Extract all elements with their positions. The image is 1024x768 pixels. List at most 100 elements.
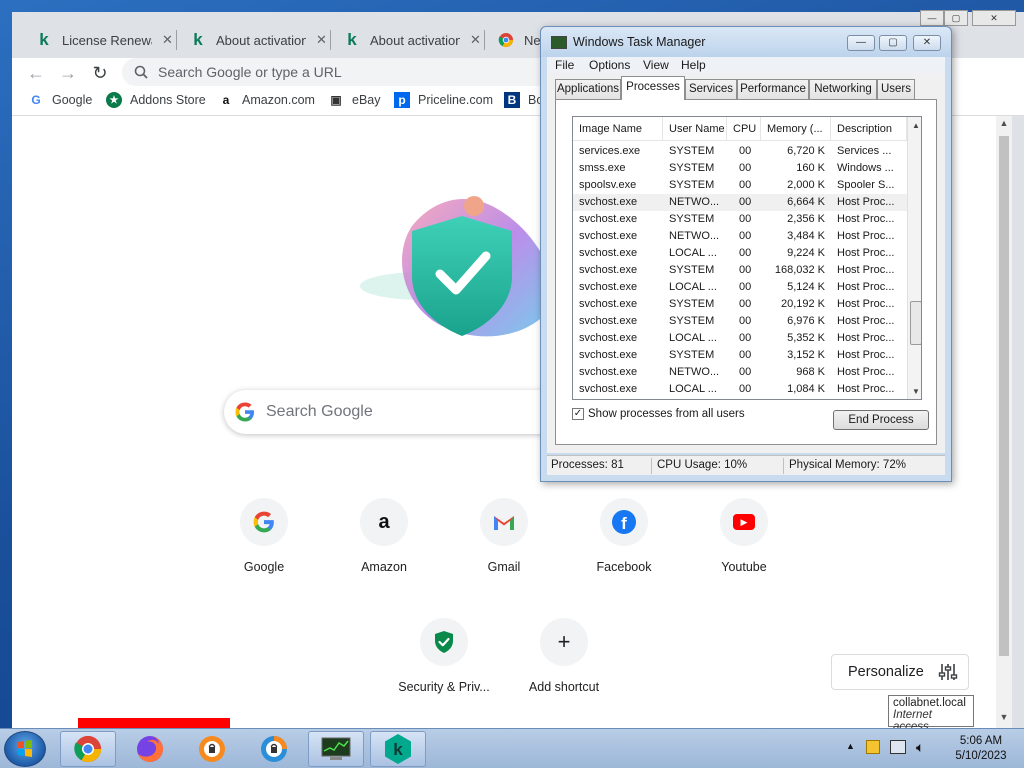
clock[interactable]: 5:06 AM 5/10/2023 [946,734,1016,764]
show-all-processes-checkbox[interactable]: ✓ Show processes from all users [572,408,745,420]
shortcut-gmail[interactable]: Gmail [448,498,560,610]
process-row[interactable]: svchost.exe SYSTEM 00 168,032 K Host Proc... [573,262,907,279]
close-icon[interactable]: ✕ [316,32,327,48]
close-icon[interactable]: ✕ [470,32,481,48]
tab-services[interactable]: Services [685,79,737,99]
scroll-up-arrow-icon[interactable]: ▲ [996,118,1012,128]
show-hidden-icons-icon[interactable]: ▲ [846,741,855,751]
task-manager-icon [551,36,567,49]
close-button[interactable]: ✕ [913,35,941,51]
tab-processes[interactable]: Processes [621,76,685,100]
maximize-icon[interactable]: ▢ [944,10,968,26]
process-row[interactable]: svchost.exe SYSTEM 00 6,976 K Host Proc... [573,313,907,330]
bookmark-booking[interactable]: B Bo [504,92,543,108]
process-row[interactable]: svchost.exe SYSTEM 00 2,356 K Host Proc... [573,211,907,228]
volume-icon[interactable]: 🔈︎ [916,739,924,756]
bookmark-priceline[interactable]: p Priceline.com [394,92,493,108]
close-icon[interactable]: ✕ [162,32,173,48]
scroll-up-arrow-icon[interactable]: ▲ [908,121,921,130]
process-row[interactable]: spoolsv.exe SYSTEM 00 2,000 K Spooler S... [573,177,907,194]
process-cell-mem: 5,352 K [787,332,825,344]
column-memory[interactable]: Memory (... [761,117,831,141]
shortcut-icon-bg [240,498,288,546]
shortcut-amazon[interactable]: a Amazon [328,498,440,610]
system-tray: ▲ 🔈︎ 5:06 AM 5/10/2023 [840,729,1024,768]
shortcut-youtube[interactable]: ▶ Youtube [688,498,800,610]
tab-about-activation[interactable]: k About activation ✕ [180,22,337,58]
process-cell-cpu: 00 [739,264,752,276]
bookmark-amazon[interactable]: a Amazon.com [218,92,315,108]
process-row[interactable]: svchost.exe NETWO... 00 6,664 K Host Proc... [573,194,907,211]
taskbar-chrome[interactable] [60,731,116,767]
minimize-button[interactable]: — [847,35,875,51]
kaspersky-k-icon: k [347,30,357,49]
chrome-icon [74,735,102,763]
process-row[interactable]: svchost.exe SYSTEM 00 20,192 K Host Proc... [573,296,907,313]
menu-file[interactable]: File [555,58,574,72]
menu-options[interactable]: Options [589,58,630,72]
action-center-flag-icon[interactable] [866,740,880,754]
taskbar-task-manager[interactable] [308,731,364,767]
menu-view[interactable]: View [643,58,669,72]
process-row[interactable]: smss.exe SYSTEM 00 160 K Windows ... [573,160,907,177]
task-manager-titlebar[interactable]: Windows Task Manager — ▢ ✕ [541,27,951,57]
close-icon[interactable]: ✕ [972,10,1016,26]
column-description[interactable]: Description [831,117,907,141]
column-image-name[interactable]: Image Name [573,117,663,141]
firefox-icon [137,736,163,762]
process-row[interactable]: svchost.exe LOCAL ... 00 5,124 K Host Proc..… [573,279,907,296]
process-row[interactable]: svchost.exe SYSTEM 00 3,152 K Host Proc... [573,347,907,364]
tab-about-activation-2[interactable]: k About activation ✕ [334,22,491,58]
process-cell-mem: 9,224 K [787,247,825,259]
scrollbar-thumb[interactable] [999,136,1009,656]
minimize-icon[interactable]: — [920,10,944,26]
column-cpu[interactable]: CPU [727,117,761,141]
end-process-button[interactable]: End Process [833,410,929,430]
process-cell-user: LOCAL ... [669,332,717,344]
start-button[interactable] [4,731,46,767]
bookmark-ebay[interactable]: ▣ eBay [328,92,380,108]
bookmark-google[interactable]: G Google [28,92,92,108]
checkbox-checkmark-icon[interactable]: ✓ [572,408,584,420]
taskbar-avast-browser[interactable] [184,731,240,767]
add-shortcut-button[interactable]: + Add shortcut [508,618,620,728]
back-arrow-icon[interactable]: ← [24,62,48,84]
shortcut-security-privacy[interactable]: Security & Priv... [388,618,500,728]
process-row[interactable]: svchost.exe NETWO... 00 968 K Host Proc... [573,364,907,381]
column-user-name[interactable]: User Name [663,117,727,141]
process-list[interactable]: Image Name User Name CPU Memory (... Des… [572,116,922,400]
taskbar-firefox[interactable] [122,731,178,767]
tab-applications[interactable]: Applications [555,79,621,99]
taskbar-avast-secure-browser[interactable] [246,731,302,767]
shortcut-google[interactable]: Google [208,498,320,610]
network-icon[interactable] [890,740,906,754]
amazon-a-icon: a [222,93,230,107]
process-row[interactable]: svchost.exe LOCAL ... 00 1,084 K Host Proc..… [573,381,907,398]
process-cell-image: services.exe [579,145,641,157]
reload-icon[interactable]: ↻ [88,62,112,84]
menu-help[interactable]: Help [681,58,706,72]
scroll-down-arrow-icon[interactable]: ▼ [908,387,921,396]
process-row[interactable]: services.exe SYSTEM 00 6,720 K Services ... [573,143,907,160]
process-cell-user: SYSTEM [669,349,715,361]
process-row[interactable]: svchost.exe LOCAL ... 00 9,224 K Host Proc..… [573,245,907,262]
tab-license-renewal[interactable]: k License Renewal ✕ [26,22,183,58]
shortcut-facebook[interactable]: f Facebook [568,498,680,610]
task-manager-icon [321,737,351,760]
shortcut-label: Youtube [721,560,767,574]
scrollbar-thumb[interactable] [910,301,921,345]
maximize-button[interactable]: ▢ [879,35,907,51]
tab-networking[interactable]: Networking [809,79,877,99]
forward-arrow-icon[interactable]: → [56,62,80,84]
taskbar-kaspersky[interactable]: k [370,731,426,767]
bookmark-addons-store[interactable]: ★ Addons Store [106,92,206,108]
process-row[interactable]: svchost.exe NETWO... 00 3,484 K Host Proc... [573,228,907,245]
process-list-scrollbar[interactable]: ▲ ▼ [907,117,921,399]
tab-performance[interactable]: Performance [737,79,809,99]
process-cell-mem: 2,000 K [787,179,825,191]
personalize-button[interactable]: Personalize [831,654,969,690]
scroll-down-arrow-icon[interactable]: ▼ [996,712,1012,722]
process-row[interactable]: svchost.exe LOCAL ... 00 5,352 K Host Proc..… [573,330,907,347]
page-scrollbar[interactable]: ▲ ▼ [996,116,1012,728]
tab-users[interactable]: Users [877,79,915,99]
